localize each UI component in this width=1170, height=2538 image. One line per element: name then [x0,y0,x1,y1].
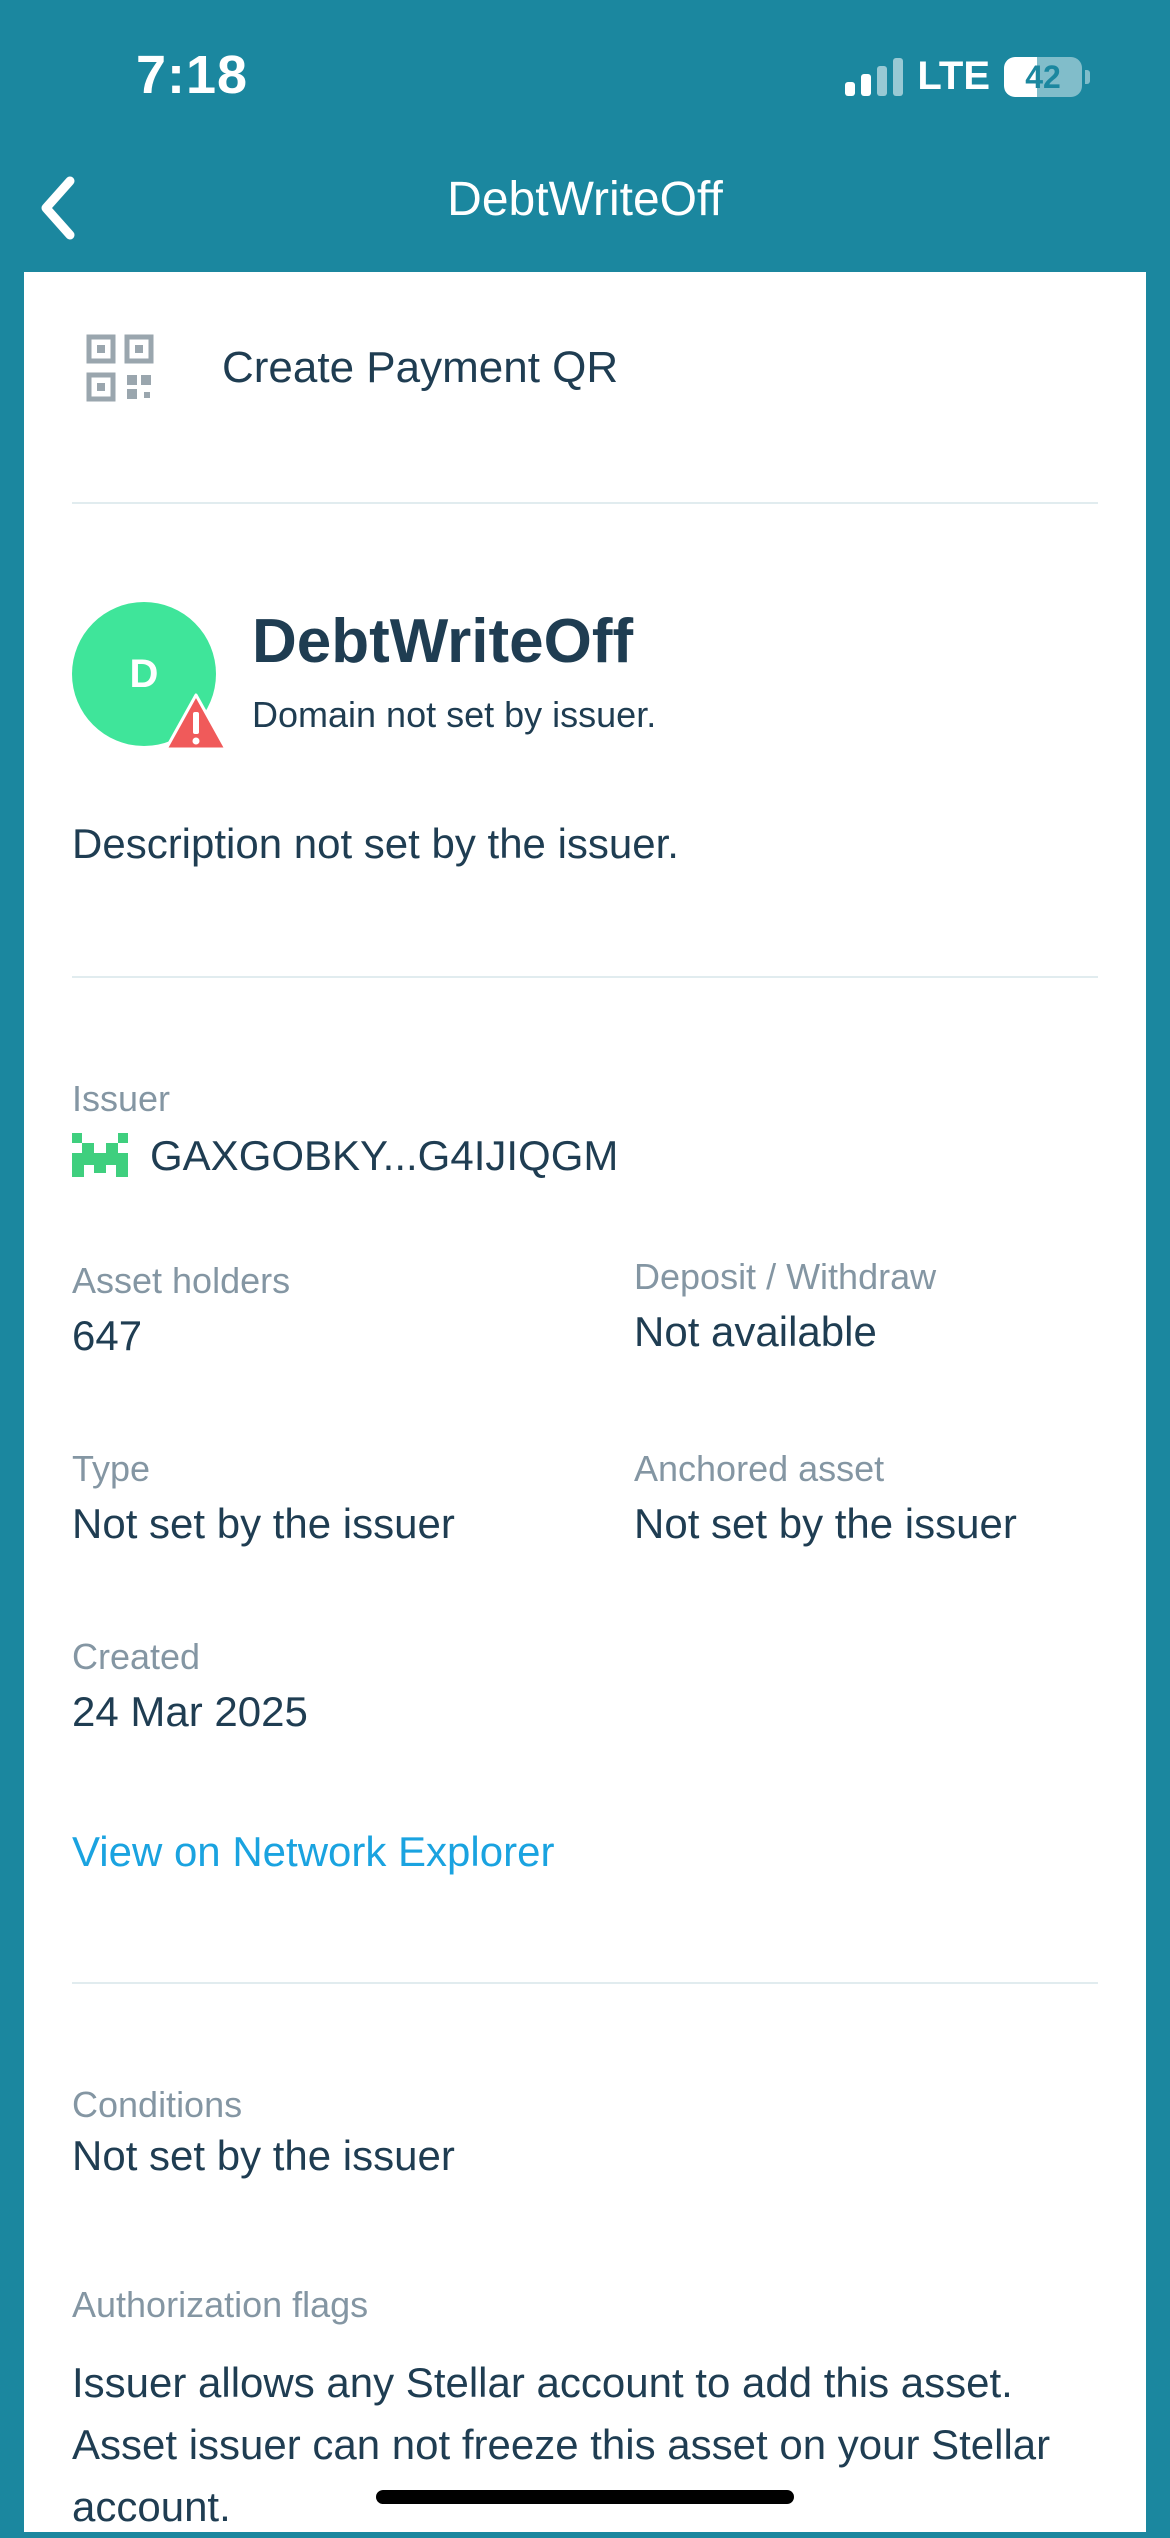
type-label: Type [72,1448,151,1489]
create-payment-qr-button[interactable]: Create Payment QR [84,332,618,404]
asset-description: Description not set by the issuer. [72,820,679,867]
home-indicator[interactable] [376,2490,794,2504]
asset-holders-value: 647 [72,1312,143,1359]
conditions-label: Conditions [72,2084,243,2125]
deposit-withdraw-label: Deposit / Withdraw [634,1256,937,1297]
status-indicators: LTE 42 [845,54,1090,99]
conditions-value: Not set by the issuer [72,2132,455,2179]
qr-code-icon [86,334,154,402]
auth-flag-line: Issuer allows any Stellar account to add… [72,2359,1013,2406]
signal-icon [845,57,904,96]
top-bar: 7:18 LTE 42 DebtWriteOff [0,0,1170,272]
authorization-flags-label: Authorization flags [72,2284,369,2325]
created-label: Created [72,1636,201,1677]
issuer-address: GAXGOBKY...G4IJIQGM [150,1132,619,1179]
anchored-asset-value: Not set by the issuer [634,1500,1017,1547]
asset-domain: Domain not set by issuer. [252,694,657,735]
divider [72,976,1098,978]
battery-level: 42 [1025,58,1061,95]
page-title: DebtWriteOff [447,173,723,226]
auth-flag-line: Asset issuer can not freeze this asset o… [72,2421,1051,2530]
asset-detail-card: Create Payment QR D DebtWriteOff Domain … [24,272,1146,2532]
battery-icon: 42 [1004,56,1090,97]
create-payment-qr-label: Create Payment QR [222,343,619,392]
network-type: LTE [917,54,990,98]
issuer-label: Issuer [72,1078,171,1119]
created-value: 24 Mar 2025 [72,1688,308,1735]
identicon-icon [72,1133,128,1177]
view-network-explorer-link[interactable]: View on Network Explorer [72,1828,554,1876]
divider [72,1982,1098,1984]
warning-triangle-icon [164,693,228,751]
asset-holders-label: Asset holders [72,1260,291,1301]
issuer-row[interactable]: GAXGOBKY...G4IJIQGM [72,1132,618,1180]
anchored-asset-label: Anchored asset [634,1448,885,1489]
divider [72,502,1098,504]
status-time: 7:18 [136,45,249,105]
avatar-letter: D [129,651,159,696]
type-value: Not set by the issuer [72,1500,455,1547]
authorization-flags-text: Issuer allows any Stellar account to add… [72,2352,1132,2538]
asset-name: DebtWriteOff [252,607,634,676]
deposit-withdraw-value: Not available [634,1308,877,1355]
